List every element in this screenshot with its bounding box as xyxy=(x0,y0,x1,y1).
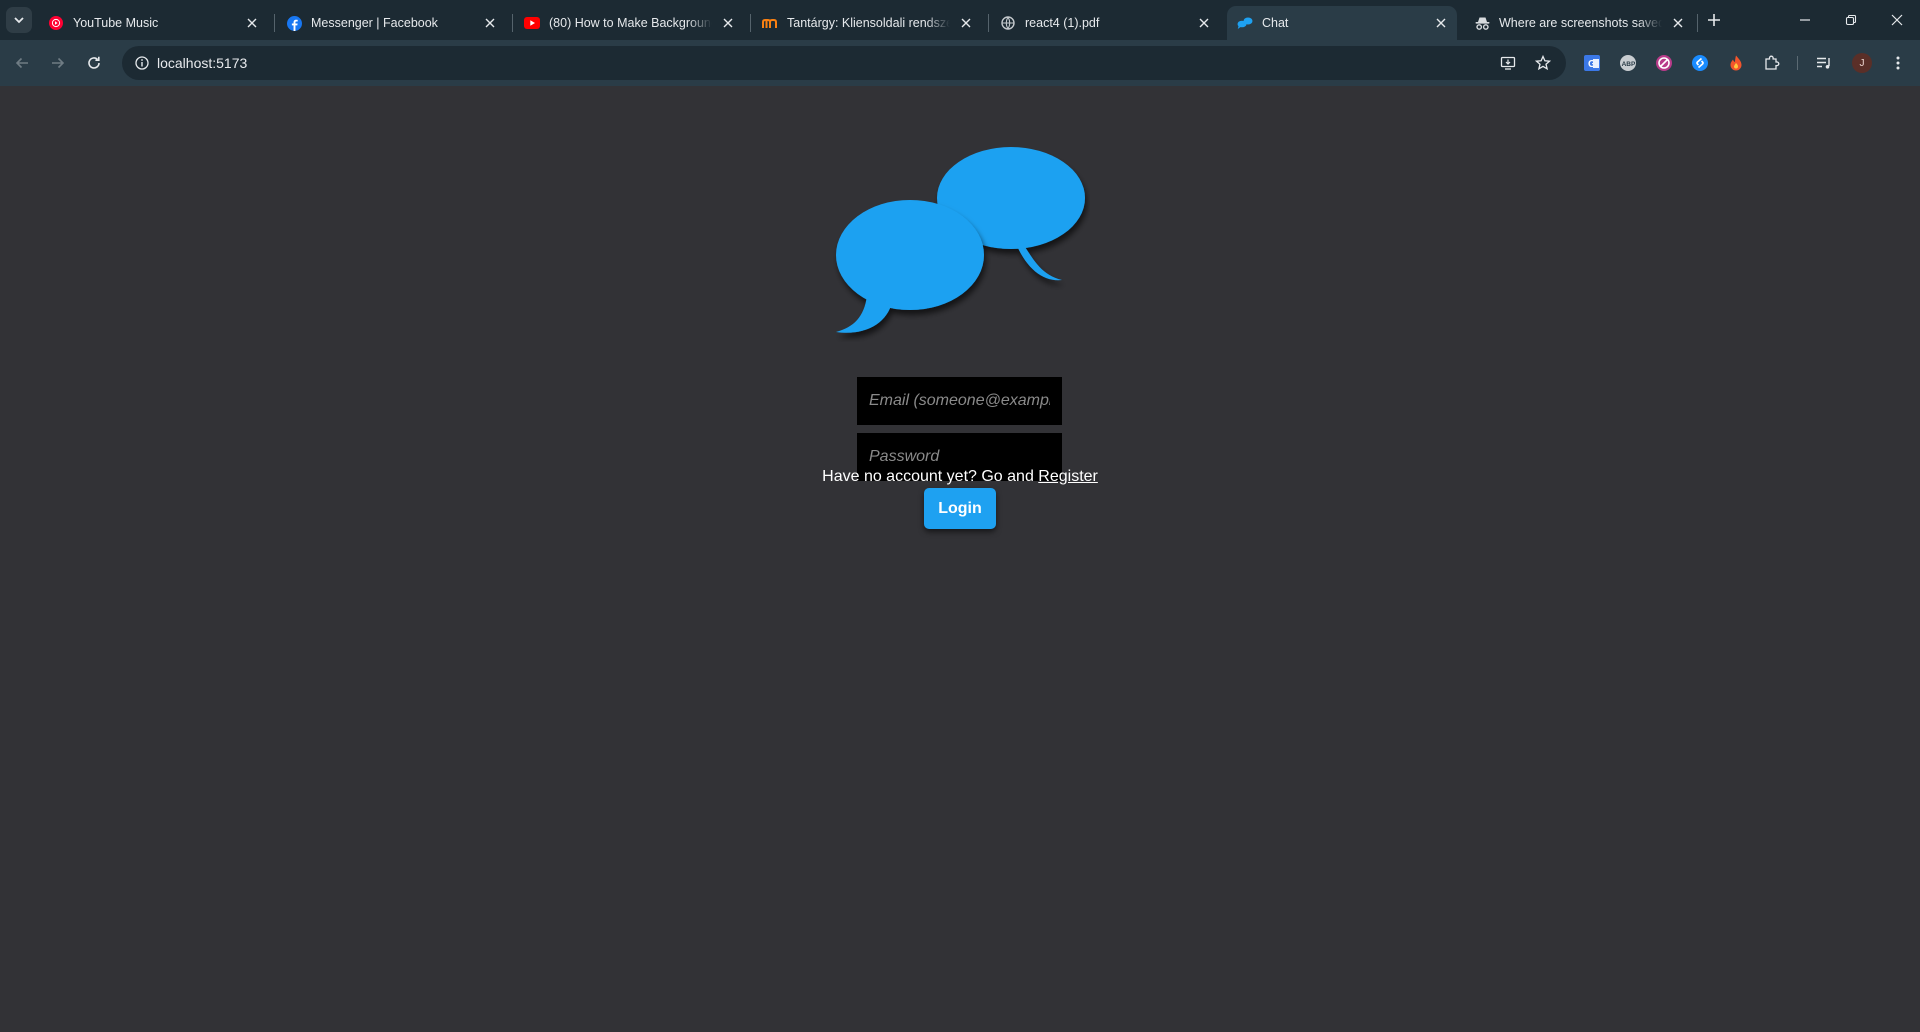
close-icon xyxy=(1891,14,1903,26)
close-icon[interactable] xyxy=(956,13,976,33)
moodle-icon xyxy=(762,15,778,31)
close-icon[interactable] xyxy=(1431,13,1451,33)
media-controls-icon[interactable] xyxy=(1812,51,1836,75)
chevron-down-icon xyxy=(14,17,24,24)
tab-title: YouTube Music xyxy=(73,16,159,30)
tab-title: Tantárgy: Kliensoldali rendszerek xyxy=(787,16,950,30)
tab-separator xyxy=(750,14,751,32)
chat-icon xyxy=(1237,15,1253,31)
tab-separator xyxy=(1697,14,1698,32)
bookmark-star-icon[interactable] xyxy=(1531,51,1555,75)
fire-extension-icon[interactable] xyxy=(1724,51,1748,75)
puzzle-extensions-icon[interactable] xyxy=(1760,51,1784,75)
facebook-icon xyxy=(286,15,302,31)
close-icon[interactable] xyxy=(718,13,738,33)
speech-bubble-front-icon xyxy=(836,200,984,333)
tab-moodle-course[interactable]: Tantárgy: Kliensoldali rendszerek xyxy=(752,6,982,40)
tab-title: Where are screenshots saved on xyxy=(1499,16,1662,30)
youtube-icon xyxy=(524,15,540,31)
close-window-button[interactable] xyxy=(1874,0,1920,40)
tab-screenshots-question[interactable]: Where are screenshots saved on xyxy=(1464,6,1694,40)
tab-title: Chat xyxy=(1262,16,1289,30)
email-field[interactable] xyxy=(857,377,1062,425)
restore-button[interactable] xyxy=(1828,0,1874,40)
tab-separator xyxy=(988,14,989,32)
minimize-icon xyxy=(1800,19,1810,21)
profile-avatar[interactable]: J xyxy=(1852,53,1872,73)
youtube-music-icon xyxy=(48,15,64,31)
tab-title: (80) How to Make Background xyxy=(549,16,712,30)
new-tab-button[interactable] xyxy=(1702,8,1726,32)
close-icon[interactable] xyxy=(1194,13,1214,33)
globe-icon xyxy=(1000,15,1016,31)
close-icon[interactable] xyxy=(242,13,262,33)
restore-icon xyxy=(1845,14,1857,26)
forward-button[interactable] xyxy=(44,49,72,77)
close-icon[interactable] xyxy=(1668,13,1688,33)
page-content: Login Have no account yet? Go and Regist… xyxy=(0,86,1920,1032)
tab-messenger[interactable]: Messenger | Facebook xyxy=(276,6,506,40)
login-button[interactable]: Login xyxy=(924,488,996,529)
register-prompt: Have no account yet? Go and Register xyxy=(0,468,1920,486)
toolbar-separator xyxy=(1797,56,1798,70)
spy-icon xyxy=(1474,15,1490,31)
site-info-icon[interactable] xyxy=(130,51,154,75)
reload-icon xyxy=(88,56,100,69)
register-link[interactable]: Register xyxy=(1038,468,1098,485)
shazam-extension-icon[interactable] xyxy=(1688,51,1712,75)
tab-youtube-video[interactable]: (80) How to Make Background xyxy=(514,6,744,40)
install-app-icon[interactable] xyxy=(1496,51,1520,75)
tab-separator xyxy=(512,14,513,32)
minimize-button[interactable] xyxy=(1782,0,1828,40)
arrow-left-icon xyxy=(15,57,28,69)
arrow-right-icon xyxy=(52,57,65,69)
tab-title: Messenger | Facebook xyxy=(311,16,438,30)
chat-bubbles-logo xyxy=(836,147,1085,333)
menu-icon[interactable] xyxy=(1886,51,1910,75)
address-bar[interactable]: localhost:5173 xyxy=(122,46,1566,80)
close-icon[interactable] xyxy=(480,13,500,33)
tab-separator xyxy=(274,14,275,32)
reload-button[interactable] xyxy=(80,49,108,77)
plus-icon xyxy=(1708,14,1720,26)
tab-youtube-music[interactable]: YouTube Music xyxy=(38,6,268,40)
browser-toolbar: localhost:5173 G ABP J xyxy=(0,40,1920,86)
tab-chat[interactable]: Chat xyxy=(1227,6,1457,40)
tab-strip: YouTube Music Messenger | Facebook (80) … xyxy=(0,0,1920,40)
tab-title: react4 (1).pdf xyxy=(1025,16,1100,30)
back-button[interactable] xyxy=(8,49,36,77)
address-text[interactable]: localhost:5173 xyxy=(157,55,247,71)
register-prompt-text: Have no account yet? Go and xyxy=(822,468,1039,485)
block-extension-icon[interactable] xyxy=(1652,51,1676,75)
translate-extension-icon[interactable]: G xyxy=(1580,51,1604,75)
tab-pdf[interactable]: react4 (1).pdf xyxy=(990,6,1220,40)
adblock-extension-icon[interactable]: ABP xyxy=(1616,51,1640,75)
tab-search-button[interactable] xyxy=(6,7,32,33)
svg-text:ABP: ABP xyxy=(1622,61,1636,68)
